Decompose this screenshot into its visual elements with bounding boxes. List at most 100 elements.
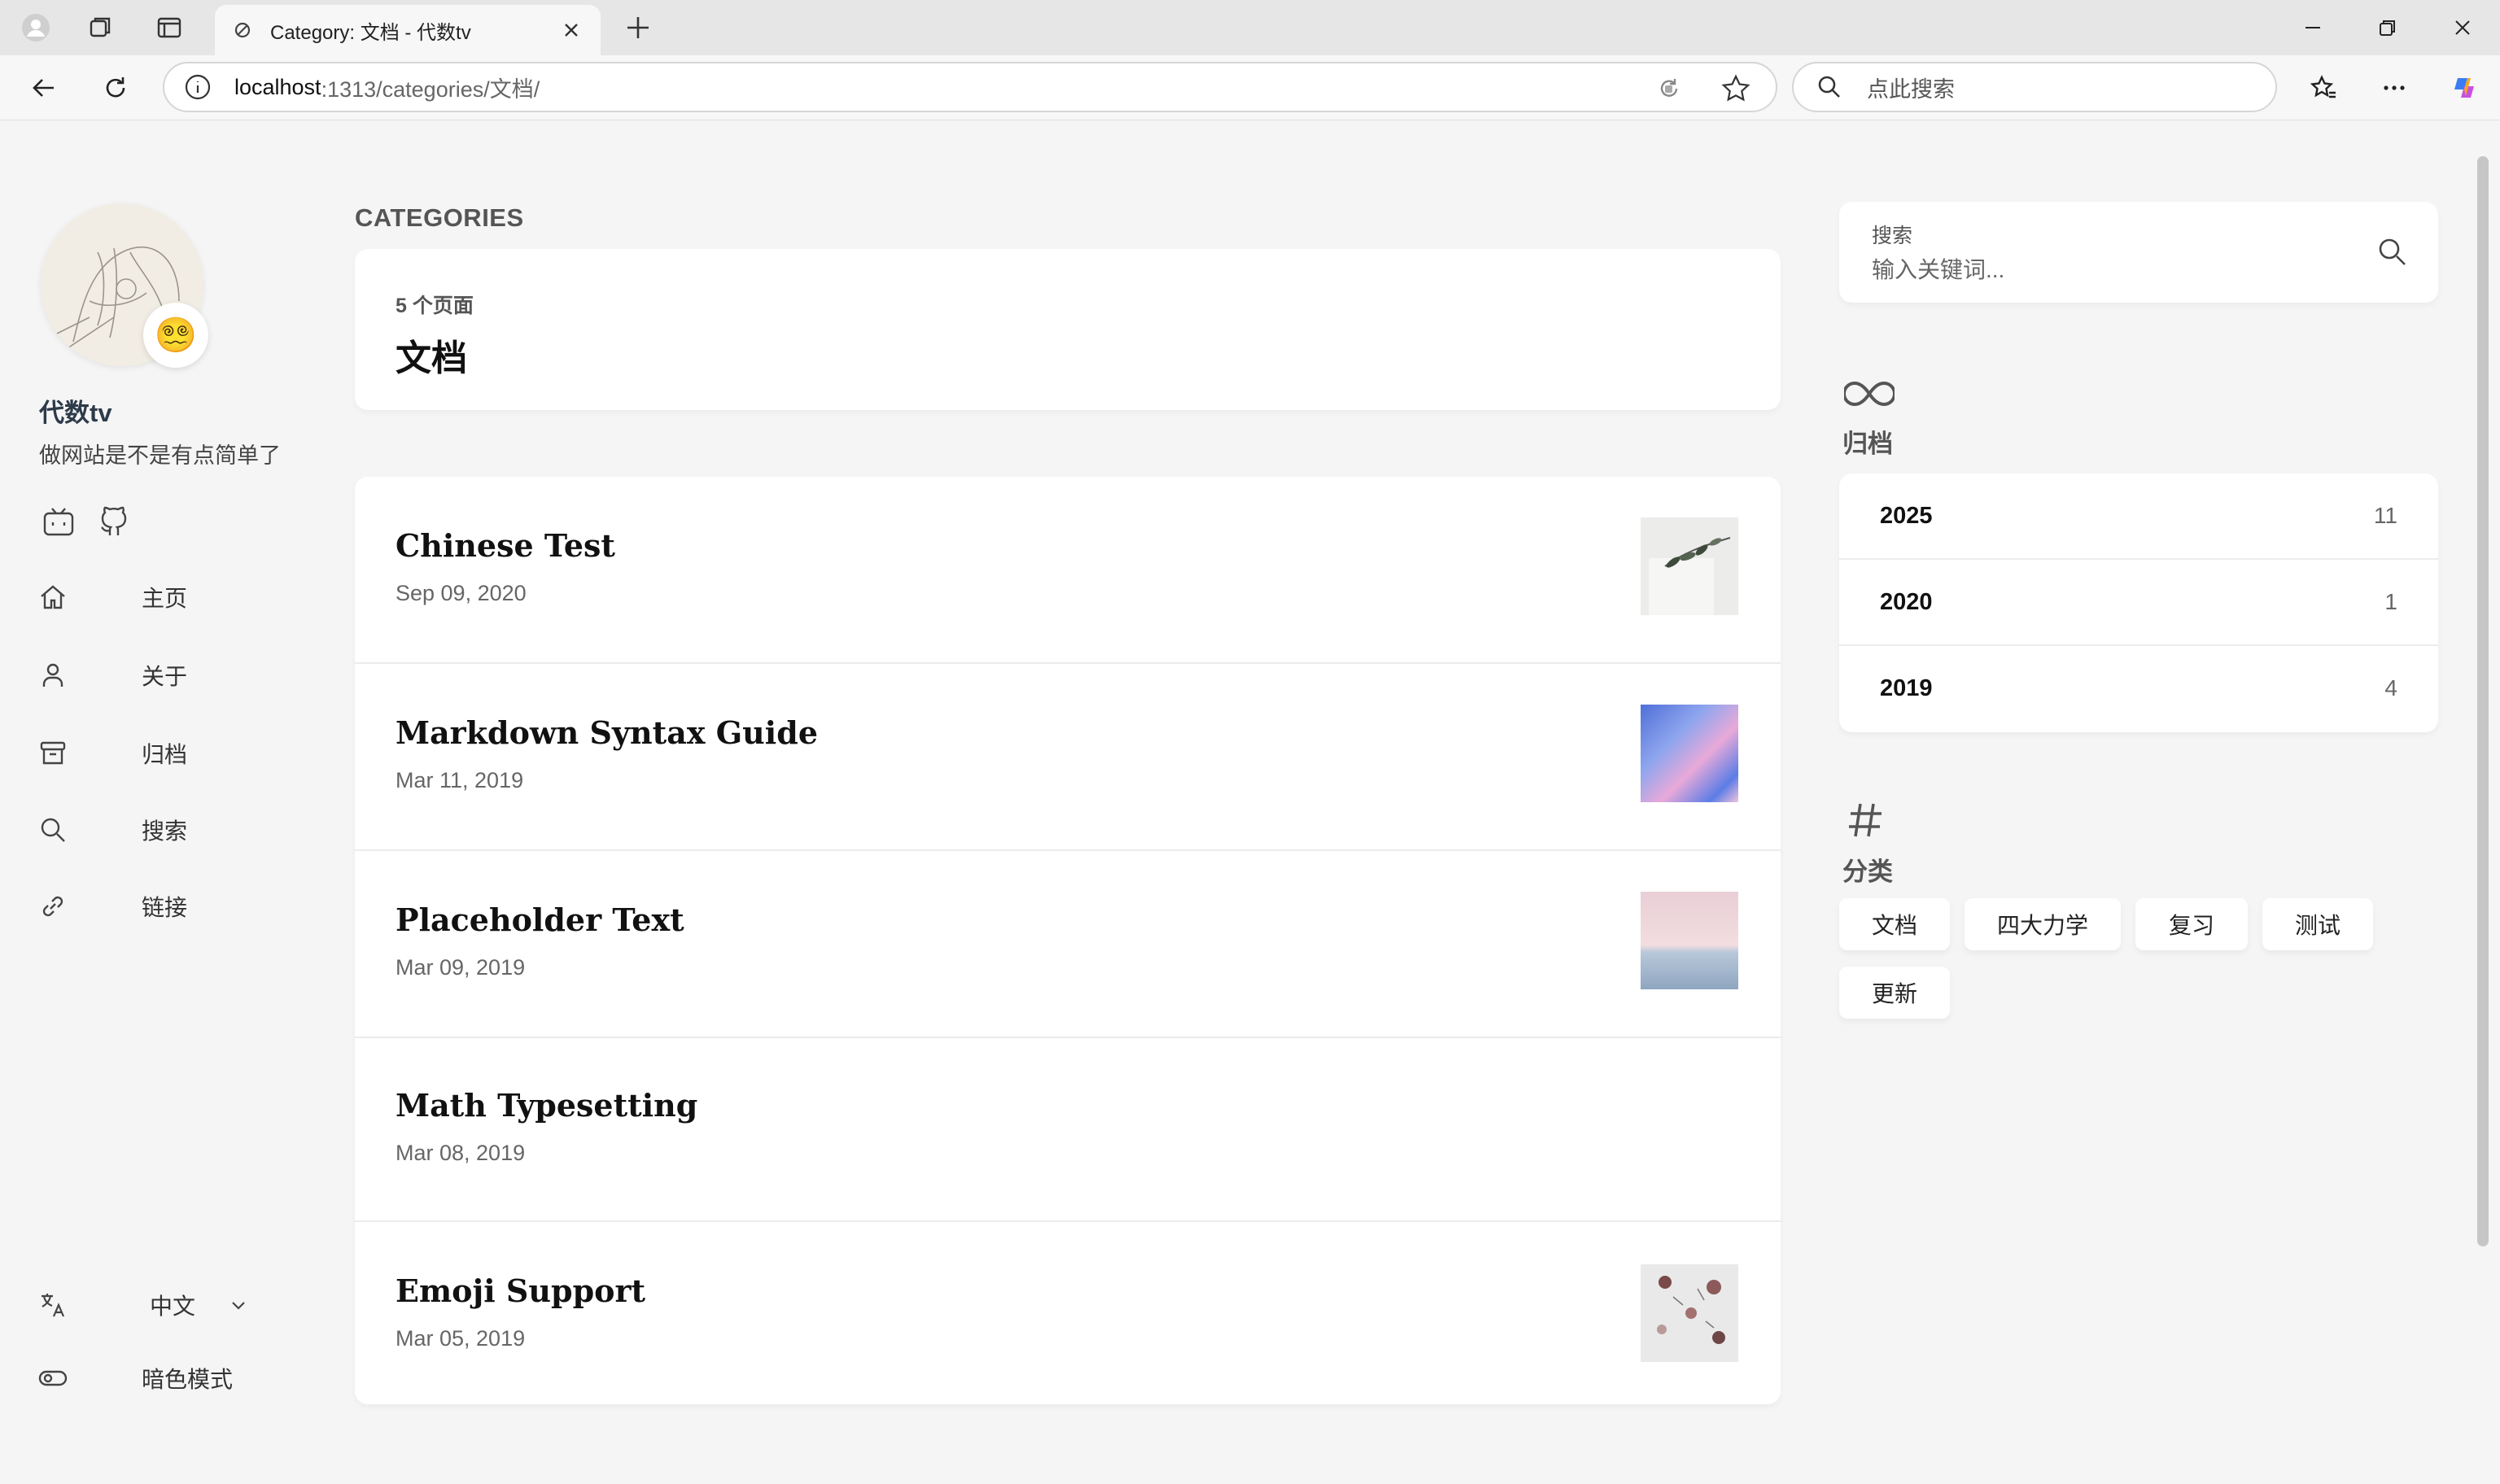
article-title[interactable]: Math Typesetting — [396, 1087, 697, 1124]
archive-icon — [40, 741, 66, 765]
article-thumbnail[interactable] — [1641, 517, 1738, 615]
copilot-icon[interactable] — [2445, 68, 2484, 107]
article-title[interactable]: Chinese Test — [396, 527, 615, 564]
restore-icon[interactable] — [2363, 8, 2412, 47]
read-aloud-icon[interactable] — [1654, 73, 1685, 104]
article-item[interactable]: Placeholder Text Mar 09, 2019 — [355, 851, 1781, 1038]
minimize-icon[interactable] — [2288, 8, 2337, 47]
article-date: Sep 09, 2020 — [396, 581, 527, 605]
archive-year-row[interactable]: 2019 4 — [1839, 646, 2438, 732]
article-item[interactable]: Markdown Syntax Guide Mar 11, 2019 — [355, 664, 1781, 851]
article-title[interactable]: Placeholder Text — [396, 901, 684, 938]
active-tab[interactable]: Category: 文档 - 代数tv — [215, 5, 601, 55]
nav-archive[interactable]: 归档 — [37, 729, 282, 778]
nav-links-label: 链接 — [142, 895, 188, 920]
category-tag[interactable]: 更新 — [1839, 967, 1950, 1019]
language-selector[interactable]: 中文 — [37, 1281, 282, 1329]
archive-year: 2020 — [1880, 589, 1933, 615]
archive-widget-title: 归档 — [1842, 430, 1893, 458]
page-scrollbar[interactable] — [2474, 122, 2492, 1477]
search-widget-label: 搜索 — [1872, 225, 1913, 247]
category-tag[interactable]: 复习 — [2135, 898, 2248, 950]
article-thumbnail[interactable] — [1641, 1264, 1738, 1362]
archive-count: 4 — [2384, 675, 2397, 701]
site-info-icon[interactable] — [184, 73, 212, 101]
search-widget-input[interactable]: 输入关键词... — [1872, 252, 2004, 285]
dark-mode-label: 暗色模式 — [142, 1367, 234, 1392]
favorites-icon[interactable] — [2305, 68, 2344, 107]
user-icon — [42, 663, 63, 687]
nav-about[interactable]: 关于 — [37, 651, 282, 700]
tab-title: Category: 文档 - 代数tv — [270, 21, 471, 44]
translate-icon — [42, 1294, 65, 1317]
page-content: 😵‍💫 代数tv 做网站是不是有点简单了 主页 关于 归档 搜索 链接 中文 暗… — [7, 122, 2466, 1477]
avatar-emoji: 😵‍💫 — [143, 303, 208, 368]
category-tag[interactable]: 测试 — [2262, 898, 2373, 950]
category-name: 文档 — [396, 338, 467, 378]
category-page-count: 5 个页面 — [396, 295, 474, 317]
article-title[interactable]: Markdown Syntax Guide — [396, 714, 818, 751]
nav-links[interactable]: 链接 — [37, 882, 282, 931]
search-icon — [41, 818, 65, 842]
article-item[interactable]: Math Typesetting Mar 08, 2019 — [355, 1038, 1781, 1222]
site-name[interactable]: 代数tv — [39, 392, 112, 429]
link-icon — [42, 896, 63, 917]
scrollbar-thumb[interactable] — [2477, 156, 2489, 1246]
nav-home-label: 主页 — [142, 586, 188, 611]
article-date: Mar 09, 2019 — [396, 955, 526, 980]
favorite-star-icon[interactable] — [1720, 73, 1751, 104]
language-label: 中文 — [150, 1294, 196, 1319]
article-item[interactable]: Emoji Support Mar 05, 2019 — [355, 1222, 1781, 1404]
browser-toolbar: localhost:1313/categories/文档/ 点此搜索 — [0, 55, 2500, 120]
archive-year: 2025 — [1880, 503, 1933, 529]
search-icon[interactable] — [2375, 234, 2409, 268]
more-options-icon[interactable] — [2375, 68, 2414, 107]
home-icon — [41, 585, 65, 609]
close-tab-icon[interactable] — [558, 17, 584, 43]
article-list: Chinese Test Sep 09, 2020 Markdown Synta… — [355, 477, 1781, 1404]
nav-search-label: 搜索 — [142, 818, 188, 844]
nav-home[interactable]: 主页 — [37, 573, 282, 622]
categories-widget-title: 分类 — [1842, 858, 1893, 886]
browser-search-box[interactable]: 点此搜索 — [1792, 62, 2277, 112]
back-icon[interactable] — [24, 68, 63, 107]
search-widget[interactable]: 搜索 输入关键词... — [1839, 202, 2438, 303]
category-header-card: 5 个页面 文档 — [355, 249, 1781, 410]
chevron-down-icon — [232, 1302, 245, 1310]
site-description: 做网站是不是有点简单了 — [39, 443, 281, 468]
sea-thumbnail-image[interactable] — [1641, 892, 1738, 989]
archive-year-row[interactable]: 2020 1 — [1839, 560, 2438, 646]
profile-icon[interactable] — [16, 8, 55, 47]
url-path: :1313/categories/文档/ — [321, 76, 540, 102]
archive-count: 11 — [2373, 503, 2397, 528]
dark-mode-toggle[interactable]: 暗色模式 — [37, 1354, 282, 1403]
address-bar[interactable]: localhost:1313/categories/文档/ — [163, 62, 1777, 112]
infinity-icon — [1844, 381, 1895, 407]
nav-search[interactable]: 搜索 — [37, 805, 282, 854]
section-title: CATEGORIES — [355, 203, 524, 232]
plant-thumbnail-image — [1641, 517, 1738, 615]
search-icon — [1818, 76, 1840, 98]
close-window-icon[interactable] — [2438, 8, 2487, 47]
abstract-thumbnail-image[interactable] — [1641, 705, 1738, 802]
archive-year-row[interactable]: 2025 11 — [1839, 474, 2438, 560]
bilibili-icon[interactable] — [41, 504, 76, 540]
nav-archive-label: 归档 — [142, 742, 188, 767]
tab-favicon-icon — [234, 22, 251, 38]
url-host: localhost — [234, 74, 321, 99]
workspaces-icon[interactable] — [81, 8, 120, 47]
new-tab-icon[interactable] — [620, 10, 656, 46]
browser-tab-bar: Category: 文档 - 代数tv — [0, 0, 2500, 55]
hashtag-icon — [1849, 803, 1882, 837]
article-title[interactable]: Emoji Support — [396, 1272, 645, 1309]
article-date: Mar 08, 2019 — [396, 1141, 526, 1165]
category-tag[interactable]: 文档 — [1839, 898, 1950, 950]
archive-count: 1 — [2384, 589, 2397, 614]
toggle-icon — [38, 1370, 68, 1386]
refresh-icon[interactable] — [96, 68, 135, 107]
tab-actions-icon[interactable] — [150, 8, 189, 47]
article-item[interactable]: Chinese Test Sep 09, 2020 — [355, 477, 1781, 664]
github-icon[interactable] — [96, 504, 132, 540]
article-date: Mar 05, 2019 — [396, 1326, 526, 1351]
category-tag[interactable]: 四大力学 — [1965, 898, 2121, 950]
